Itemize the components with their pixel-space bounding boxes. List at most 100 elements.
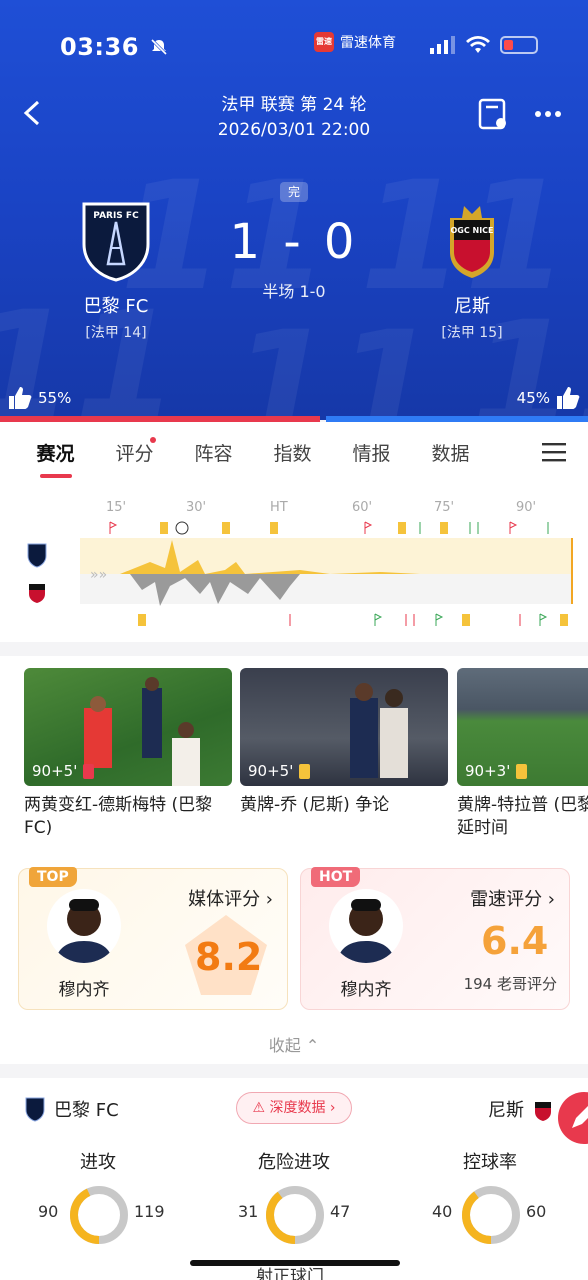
video-minute: 90+5' xyxy=(248,762,294,780)
home-support[interactable]: 55% xyxy=(8,386,71,410)
video-minute: 90+5' xyxy=(32,762,78,780)
notification-dot xyxy=(150,436,156,443)
tab-label: 赛况 xyxy=(36,442,75,465)
edit-fab-button[interactable] xyxy=(558,1092,588,1144)
away-team-rank: [法甲 15] xyxy=(441,325,503,341)
media-rating-card[interactable]: TOP 媒体评分 › 穆内齐 8.2 xyxy=(18,867,288,1010)
stats-away-team: 尼斯 xyxy=(488,1096,554,1122)
ogc-nice-crest-icon: OGC NICE xyxy=(450,206,494,278)
match-state-badge: 完 xyxy=(280,182,308,202)
match-header: 11 11 11 11 11 03:36 雷速 雷速体育 法甲 联赛 第 24 … xyxy=(0,0,588,420)
tab-label: 阵容 xyxy=(194,442,233,465)
video-thumbnail: 90+5' xyxy=(240,668,448,786)
app-name: 雷速体育 xyxy=(340,35,396,51)
tab-intel[interactable]: 情报 xyxy=(332,439,411,466)
video-card[interactable]: 90+3' 黄牌-特拉普 (巴黎 FC) 拖延时间 xyxy=(457,668,588,840)
tab-odds[interactable]: 指数 xyxy=(253,439,332,466)
media-rating-label: 媒体评分 › xyxy=(188,889,273,910)
highlight-videos: 90+5' 两黄变红-德斯梅特 (巴黎 FC) 90+5' 黄牌-乔 (尼斯) … xyxy=(0,656,588,846)
stat-home-value: 40 xyxy=(432,1202,453,1221)
match-timeline[interactable]: 15' 30' HT 60' 75' 90' »» xyxy=(0,482,588,642)
stat-away-value: 60 xyxy=(526,1202,547,1221)
stat-possession: 控球率 40 60 xyxy=(400,1148,580,1244)
stat-dangerous-attack: 危险进攻 31 47 xyxy=(204,1148,384,1244)
thumbs-up-icon xyxy=(557,387,580,409)
stat-label: 控球率 xyxy=(463,1152,517,1173)
battery-level xyxy=(504,40,513,50)
tab-data[interactable]: 数据 xyxy=(411,439,490,466)
float-window-icon[interactable] xyxy=(478,98,508,130)
leisu-rating-card[interactable]: HOT 雷速评分 › 穆内齐 6.4 194 老哥评分 xyxy=(300,867,570,1010)
app-logo: 雷速 xyxy=(314,32,334,52)
video-title: 黄牌-特拉普 (巴黎 FC) 拖延时间 xyxy=(457,795,588,838)
video-time: 90+3' xyxy=(465,762,528,780)
video-title: 黄牌-乔 (尼斯) 争论 xyxy=(240,795,390,815)
system-icons xyxy=(430,36,538,54)
player-name: 穆内齐 xyxy=(340,980,392,1000)
away-support[interactable]: 45% xyxy=(517,386,580,410)
momentum-chart: »» xyxy=(80,521,573,626)
tab-label: 数据 xyxy=(431,442,470,465)
tab-bar: 赛况 评分 阵容 指数 情报 数据 xyxy=(0,422,588,482)
rating-count: 194 老哥评分 xyxy=(463,975,557,993)
video-card[interactable]: 90+5' 两黄变红-德斯梅特 (巴黎 FC) xyxy=(24,668,232,840)
stat-attack: 进攻 90 119 xyxy=(8,1148,188,1244)
nav-actions xyxy=(478,98,562,130)
stat-away-value: 47 xyxy=(330,1202,351,1221)
video-card[interactable]: 90+5' 黄牌-乔 (尼斯) 争论 xyxy=(240,668,448,817)
player-avatar xyxy=(47,889,121,963)
yellow-card-icon xyxy=(299,763,311,779)
svg-text:»»: »» xyxy=(90,567,107,583)
nice-mini-crest-icon xyxy=(29,584,45,603)
home-team-rank: [法甲 14] xyxy=(85,325,147,341)
tab-label: 评分 xyxy=(115,442,154,465)
collapse-button[interactable]: 收起 ⌃ xyxy=(0,1032,588,1056)
match-nav: 法甲 联赛 第 24 轮 2026/03/01 22:00 xyxy=(0,88,588,148)
stats-away-name: 尼斯 xyxy=(488,1100,524,1121)
stats-home-name: 巴黎 FC xyxy=(54,1100,119,1121)
video-time: 90+5' xyxy=(32,762,95,780)
stat-ring xyxy=(266,1186,324,1244)
deep-data-button[interactable]: ⚠ 深度数据 › xyxy=(236,1092,352,1124)
more-icon[interactable] xyxy=(534,110,562,118)
video-time: 90+5' xyxy=(248,762,311,780)
top-badge: TOP xyxy=(29,867,77,887)
away-support-value: 45% xyxy=(516,389,550,407)
leisu-rating-label: 雷速评分 › xyxy=(470,889,555,910)
stats-home-team: 巴黎 FC xyxy=(24,1096,119,1122)
away-team-name: 尼斯 xyxy=(454,296,490,317)
battery-icon xyxy=(500,36,538,54)
video-title: 两黄变红-德斯梅特 (巴黎 FC) xyxy=(24,795,213,838)
yellow-card-icon xyxy=(516,763,528,779)
tab-label: 情报 xyxy=(352,442,391,465)
tab-lineup[interactable]: 阵容 xyxy=(174,439,253,466)
video-thumbnail: 90+3' xyxy=(457,668,588,786)
paris-fc-mini-crest-icon xyxy=(27,543,47,568)
player-photo xyxy=(55,899,113,963)
video-thumbnail: 90+5' xyxy=(24,668,232,786)
stat-ring xyxy=(462,1186,520,1244)
away-team[interactable]: OGC NICE 尼斯 [法甲 15] xyxy=(412,200,532,342)
menu-icon[interactable] xyxy=(542,442,566,462)
stat-away-value: 119 xyxy=(134,1202,165,1221)
status-bar: 03:36 雷速 雷速体育 xyxy=(60,30,538,64)
video-minute: 90+3' xyxy=(465,762,511,780)
app-brand: 雷速 雷速体育 xyxy=(314,32,396,52)
home-support-value: 55% xyxy=(38,389,72,407)
stat-ring xyxy=(70,1186,128,1244)
home-indicator[interactable] xyxy=(190,1260,400,1266)
tab-overview[interactable]: 赛况 xyxy=(16,439,95,478)
media-rating-value: 8.2 xyxy=(195,935,263,979)
nice-mini-crest-icon xyxy=(535,1102,551,1121)
stat-label: 进攻 xyxy=(80,1152,116,1173)
hot-badge: HOT xyxy=(311,867,361,887)
tab-label: 指数 xyxy=(273,442,312,465)
player-photo xyxy=(337,899,395,963)
leisu-rating-value: 6.4 xyxy=(481,919,549,963)
team-stats: 巴黎 FC ⚠ 深度数据 › 尼斯 进攻 90 119 危险进攻 31 47 控… xyxy=(0,1078,588,1280)
red-card-icon xyxy=(83,763,95,779)
pen-icon xyxy=(572,1106,588,1128)
tab-ratings[interactable]: 评分 xyxy=(95,436,174,466)
stat-home-value: 90 xyxy=(38,1202,59,1221)
stat-home-value: 31 xyxy=(238,1202,259,1221)
